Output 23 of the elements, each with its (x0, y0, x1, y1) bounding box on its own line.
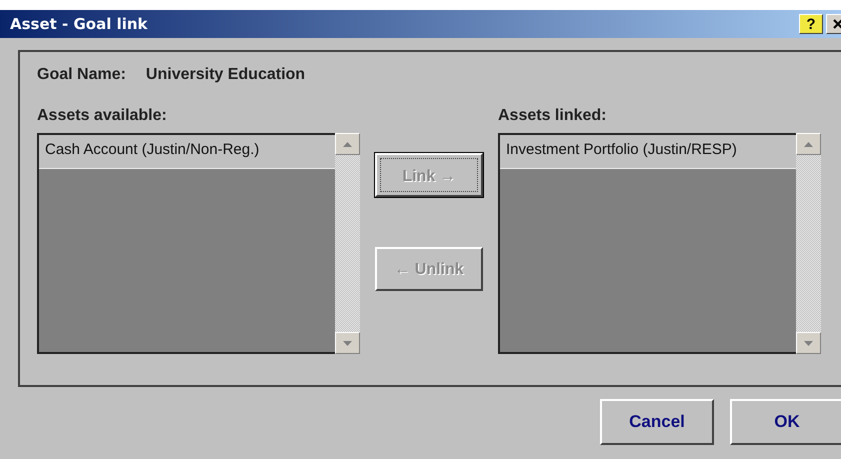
cancel-button[interactable]: Cancel (600, 399, 714, 445)
goal-name: University Education (146, 66, 306, 85)
help-button[interactable]: ? (799, 14, 823, 34)
up-arrow-icon (343, 142, 352, 146)
down-arrow-icon (804, 340, 813, 346)
scrollbar[interactable] (796, 133, 821, 354)
down-arrow-icon (343, 340, 352, 346)
up-arrow-icon (804, 142, 813, 146)
asset-list[interactable]: Cash Account (Justin/Non-Reg.) (37, 133, 335, 354)
scroll-up-button[interactable] (796, 133, 821, 155)
linked-label: Assets linked: (498, 107, 608, 126)
goal-label: Goal Name: (37, 66, 126, 85)
scroll-up-button[interactable] (335, 133, 360, 155)
ok-button[interactable]: OK (730, 399, 841, 445)
asset-list[interactable]: Investment Portfolio (Justin/RESP) (498, 133, 796, 354)
scroll-down-button[interactable] (335, 332, 360, 354)
scroll-down-button[interactable] (796, 332, 821, 354)
available-label: Assets available: (37, 107, 168, 126)
scrollbar[interactable] (335, 133, 360, 354)
window-title: Asset - Goal link (10, 15, 149, 33)
close-icon (833, 18, 841, 30)
asset-item[interactable]: Cash Account (Justin/Non-Reg.) (39, 135, 335, 169)
asset-item[interactable]: Investment Portfolio (Justin/RESP) (500, 135, 796, 169)
